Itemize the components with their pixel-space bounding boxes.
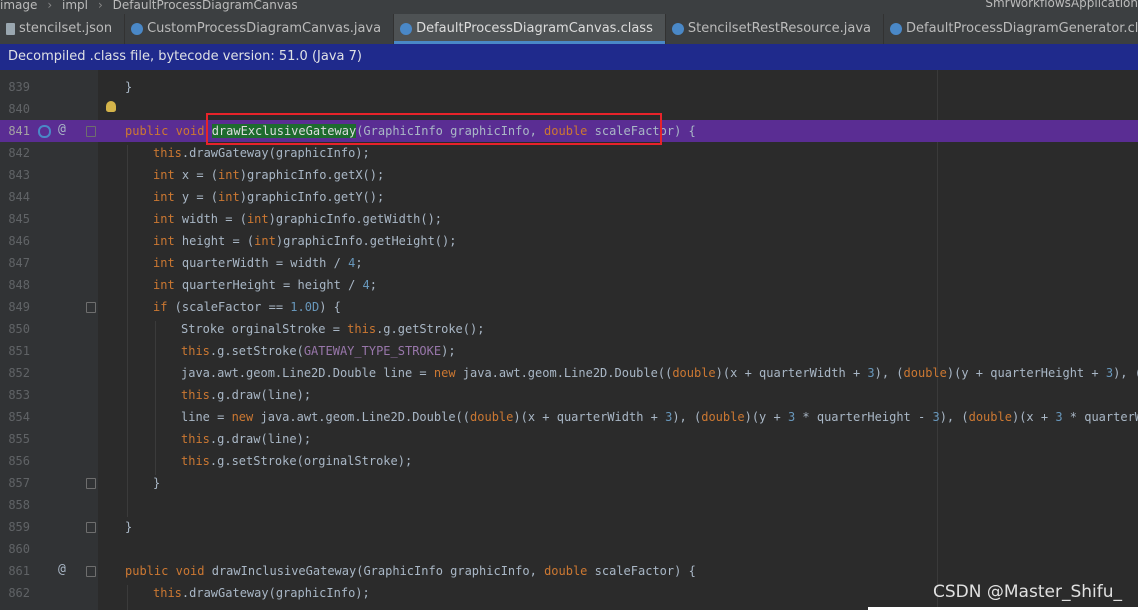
tab-custom-process-diagram-canvas[interactable]: CustomProcessDiagramCanvas.java [125,14,395,44]
json-file-icon [6,22,15,35]
code-line: 857} [8,476,161,490]
code-line: 848 int quarterHeight = height / 4; [8,278,377,292]
code-line: 859} [8,520,133,534]
code-line: 856 this.g.setStroke(orginalStroke); [8,454,413,468]
code-line: 850 Stroke orginalStroke = this.g.getStro… [8,322,485,336]
decompiled-banner: Decompiled .class file, bytecode version… [0,44,1138,70]
red-highlight-box [206,113,662,145]
code-line: 858 [8,498,30,512]
code-line: 861 @ public void drawInclusiveGateway(Gra… [0,560,1138,582]
breadcrumb-item-impl[interactable]: impl [62,0,88,11]
breadcrumb-separator: › [98,0,103,12]
code-line: 846 int height = (int)graphicInfo.getHeig… [8,234,457,248]
implementation-marker-icon[interactable] [38,125,51,138]
lightbulb-icon[interactable] [106,101,116,112]
tab-default-process-diagram-generator[interactable]: DefaultProcessDiagramGenerator.class [884,14,1138,44]
override-marker-icon[interactable]: @ [58,119,66,141]
code-line: 845 int width = (int)graphicInfo.getWidth… [8,212,443,226]
fold-icon[interactable] [86,566,96,577]
code-line: 854 line = new java.awt.geom.Line2D.Doubl… [8,410,1138,424]
code-line: 852 java.awt.geom.Line2D.Double line = ne… [8,366,1138,380]
code-line: 860 [8,542,30,556]
java-class-icon [400,22,413,35]
code-line: 843 int x = (int)graphicInfo.getX(); [8,168,385,182]
fold-icon[interactable] [86,522,96,533]
tab-stencilset-rest-resource[interactable]: StencilsetRestResource.java [666,14,884,44]
code-line: 844 int y = (int)graphicInfo.getY(); [8,190,385,204]
code-line: 851 this.g.setStroke(GATEWAY_TYPE_STROKE)… [8,344,456,358]
watermark: CSDN @Master_Shifu_ [933,582,1122,602]
java-class-icon [671,22,684,35]
code-line: 853 this.g.draw(line); [8,388,312,402]
java-class-icon [889,22,902,35]
tab-stencilset-json[interactable]: stencilset.json [0,14,126,44]
code-line: 842 this.drawGateway(graphicInfo); [8,146,370,160]
code-line: 855 this.g.draw(line); [8,432,312,446]
breadcrumb-item-class[interactable]: DefaultProcessDiagramCanvas [113,0,298,11]
code-line: 849 if (scaleFactor == 1.0D) { [8,300,341,314]
code-line: 847 int quarterWidth = width / 4; [8,256,363,270]
java-class-icon [131,22,144,35]
tab-default-process-diagram-canvas[interactable]: DefaultProcessDiagramCanvas.class [394,14,666,44]
fold-icon[interactable] [86,302,96,313]
code-line-861: public void drawInclusiveGateway(Graphic… [125,564,696,578]
breadcrumb-separator: › [47,0,53,12]
editor-tabs: stencilset.json CustomProcessDiagramCanva… [0,14,1138,45]
fold-icon[interactable] [86,126,96,137]
breadcrumb: image › impl › DefaultProcessDiagramCanvas… [0,0,1138,14]
fold-icon[interactable] [86,478,96,489]
override-marker-icon[interactable]: @ [58,559,66,581]
code-line: 839} [8,80,133,94]
breadcrumb-item-image[interactable]: image [0,0,37,11]
run-configuration[interactable]: SmrWorkflowsApplication [979,0,1138,9]
